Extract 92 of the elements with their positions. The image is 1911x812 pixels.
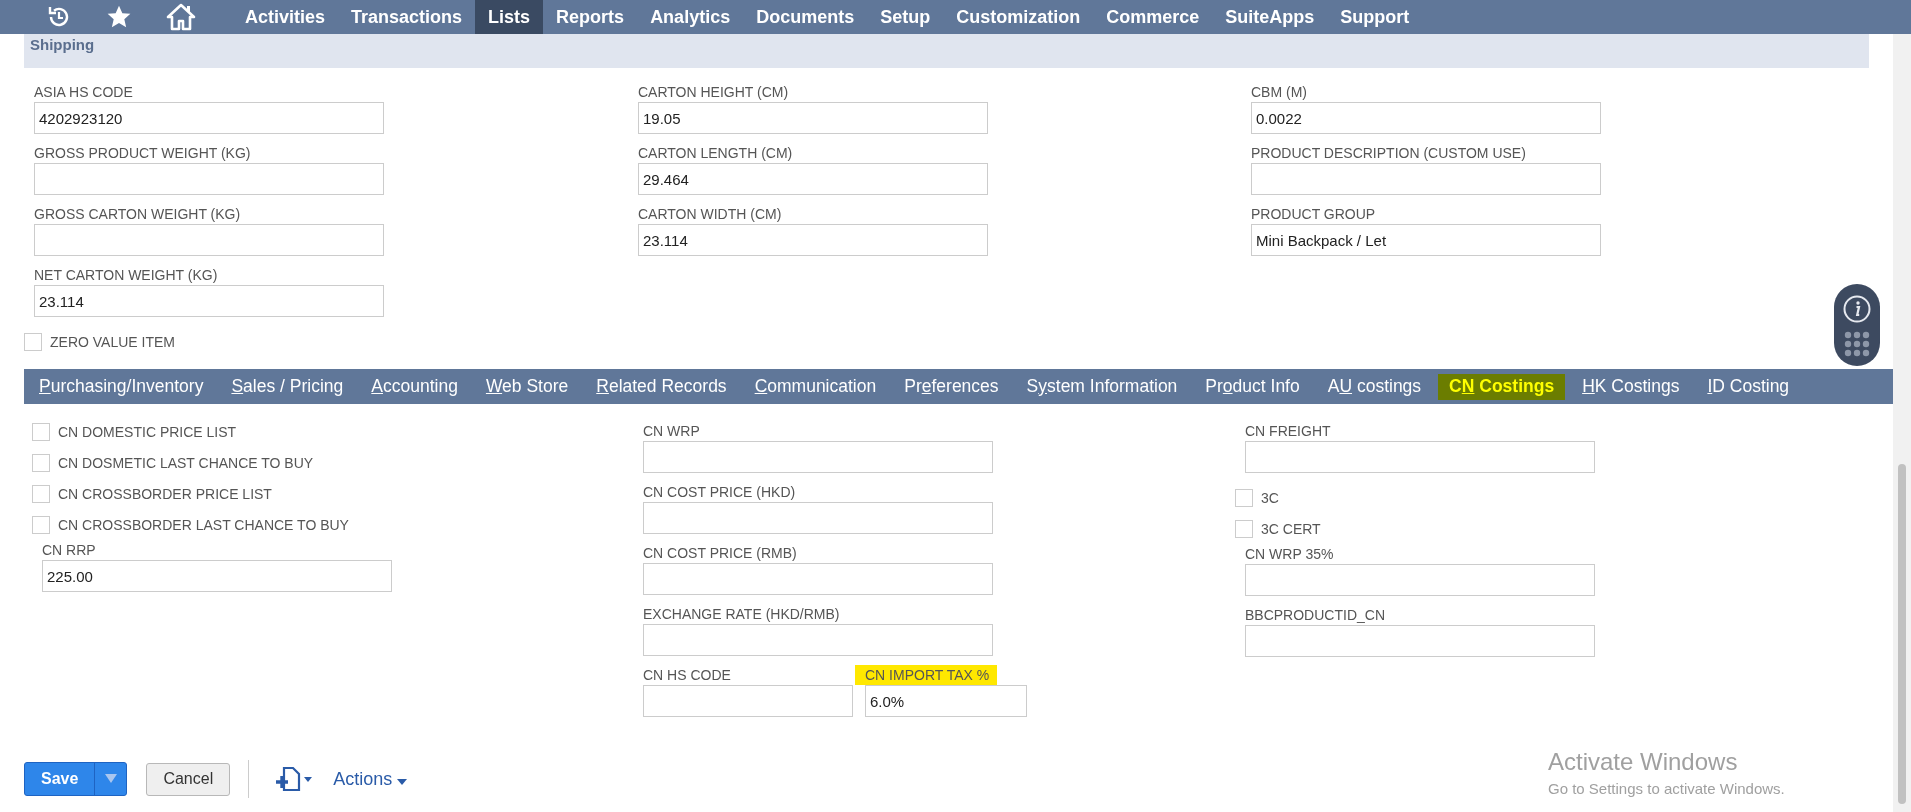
nav-menu-item[interactable]: Commerce — [1093, 0, 1213, 34]
field-label: PRODUCT GROUP — [1251, 205, 1376, 224]
input-field[interactable]: 225.00 — [42, 560, 392, 592]
tab[interactable]: System Information — [1015, 373, 1189, 400]
input-field[interactable] — [1251, 163, 1601, 195]
field-label: PRODUCT DESCRIPTION (CUSTOM USE) — [1251, 144, 1526, 163]
nav-menu-item[interactable]: Documents — [743, 0, 868, 34]
field-label: CN WRP 35% — [1245, 545, 1334, 564]
scrollbar-thumb[interactable] — [1898, 464, 1906, 804]
input-field[interactable] — [1245, 441, 1595, 473]
checkbox[interactable] — [32, 422, 50, 441]
nav-menu-item[interactable]: Transactions — [338, 0, 476, 34]
tab[interactable]: ID Costing — [1696, 373, 1801, 400]
nav-menu-item[interactable]: Customization — [943, 0, 1094, 34]
save-button[interactable]: Save — [25, 763, 95, 795]
field-label: BBCPRODUCTID_CN — [1245, 606, 1385, 625]
tab[interactable]: AU costings — [1316, 373, 1433, 400]
input-field[interactable]: Mini Backpack / Let — [1251, 224, 1601, 256]
checkbox[interactable] — [1235, 488, 1253, 507]
input-field[interactable] — [34, 224, 384, 256]
field-label: CARTON HEIGHT (CM) — [638, 83, 789, 102]
grid-dots-icon[interactable] — [1844, 330, 1870, 357]
tab[interactable]: CN Costings — [1438, 373, 1566, 400]
nav-menu-item[interactable]: SuiteApps — [1212, 0, 1328, 34]
checkbox-label: 3C CERT — [1261, 520, 1321, 537]
nav-menu-item[interactable]: Reports — [543, 0, 638, 34]
nav-menu-item[interactable]: Setup — [867, 0, 944, 34]
activation-notice-text: Go to Settings to activate Windows. — [1548, 780, 1785, 797]
tab[interactable]: Sales / Pricing — [220, 373, 355, 400]
tab[interactable]: Purchasing/Inventory — [28, 373, 215, 400]
checkbox[interactable] — [1235, 519, 1253, 538]
nav-menu-item[interactable]: Analytics — [637, 0, 744, 34]
input-field[interactable]: 6.0% — [865, 685, 1027, 717]
field-label: ASIA HS CODE — [34, 83, 133, 102]
checkbox[interactable] — [32, 484, 50, 503]
caret-icon — [397, 778, 408, 785]
tab[interactable]: Web Store — [474, 373, 580, 400]
input-field[interactable] — [1245, 625, 1595, 657]
activation-notice-title: Activate Windows — [1548, 748, 1739, 776]
input-field[interactable]: 23.114 — [638, 224, 988, 256]
section-header: Shipping — [24, 34, 1869, 68]
tab[interactable]: Preferences — [893, 373, 1010, 400]
nav-menu-item[interactable]: Support — [1327, 0, 1423, 34]
field-label: CN WRP — [643, 422, 700, 441]
tab[interactable]: Product Info — [1194, 373, 1311, 400]
field-label: CN COST PRICE (HKD) — [643, 483, 796, 502]
cancel-button[interactable]: Cancel — [146, 762, 231, 796]
input-field[interactable]: 0.0022 — [1251, 102, 1601, 134]
help-widget[interactable] — [1834, 284, 1880, 366]
field-label: CN COST PRICE (RMB) — [643, 544, 797, 563]
input-field[interactable] — [1245, 564, 1595, 596]
checkbox-label: CN DOMESTIC PRICE LIST — [58, 423, 237, 440]
input-field[interactable] — [643, 502, 993, 534]
checkbox-label: CN CROSSBORDER PRICE LIST — [58, 485, 272, 502]
home-icon[interactable] — [166, 3, 196, 31]
checkbox[interactable] — [32, 453, 50, 472]
field-label: EXCHANGE RATE (HKD/RMB) — [643, 605, 840, 624]
info-icon[interactable] — [1842, 293, 1872, 324]
input-field[interactable]: 23.114 — [34, 285, 384, 317]
input-field[interactable] — [34, 163, 384, 195]
checkbox-label: 3C — [1261, 489, 1279, 506]
tab[interactable]: HK Costings — [1571, 373, 1691, 400]
input-field[interactable] — [643, 441, 993, 473]
checkbox-label: CN DOSMETIC LAST CHANCE TO BUY — [58, 454, 314, 471]
field-label: CN IMPORT TAX % — [855, 665, 998, 685]
star-icon[interactable] — [106, 4, 132, 30]
tab[interactable]: Accounting — [360, 373, 469, 400]
input-field[interactable] — [643, 685, 853, 717]
checkbox[interactable] — [32, 515, 50, 534]
field-label: GROSS PRODUCT WEIGHT (KG) — [34, 144, 251, 163]
input-field[interactable]: 19.05 — [638, 102, 988, 134]
caret-icon — [104, 773, 117, 784]
field-label: CBM (M) — [1251, 83, 1307, 102]
input-field[interactable] — [643, 563, 993, 595]
input-field[interactable]: 4202923120 — [34, 102, 384, 134]
field-label: CN RRP — [42, 541, 96, 560]
checkbox-label: CN CROSSBORDER LAST CHANCE TO BUY — [58, 516, 349, 533]
input-field[interactable] — [643, 624, 993, 656]
actions-menu-button[interactable]: Actions — [333, 768, 408, 790]
field-label: NET CARTON WEIGHT (KG) — [34, 266, 218, 285]
field-label: CARTON LENGTH (CM) — [638, 144, 793, 163]
field-label: CN FREIGHT — [1245, 422, 1331, 441]
field-label: CARTON WIDTH (CM) — [638, 205, 782, 224]
tab[interactable]: Communication — [743, 373, 888, 400]
checkbox[interactable] — [24, 332, 42, 351]
nav-menu-item[interactable]: Lists — [475, 0, 544, 34]
field-label: GROSS CARTON WEIGHT (KG) — [34, 205, 241, 224]
checkbox-label: ZERO VALUE ITEM — [50, 333, 175, 350]
nav-menu-item[interactable]: Activities — [232, 0, 339, 34]
input-field[interactable]: 29.464 — [638, 163, 988, 195]
tab[interactable]: Related Records — [585, 373, 738, 400]
field-label: CN HS CODE — [643, 666, 731, 685]
